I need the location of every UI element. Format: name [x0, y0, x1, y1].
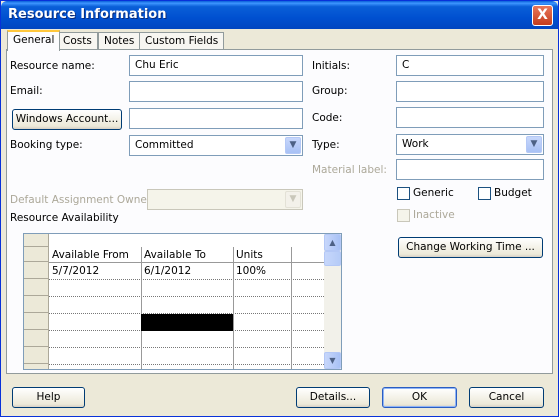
resource-name-input[interactable]: Chu Eric [129, 55, 303, 76]
arrow-down-icon[interactable]: ▼ [324, 352, 341, 369]
scrollbar-thumb[interactable] [324, 251, 341, 266]
column-header-units[interactable]: Units [233, 248, 291, 263]
booking-type-select[interactable]: Committed ▼ [129, 135, 303, 156]
grid-line [49, 364, 324, 365]
row-header[interactable] [24, 262, 49, 279]
row-header[interactable] [24, 330, 49, 347]
resource-availability-label: Resource Availability [10, 212, 119, 224]
close-icon: X [537, 7, 548, 23]
grid-line [49, 262, 324, 263]
row-header [24, 364, 49, 369]
ok-button[interactable]: OK [382, 387, 457, 408]
row-header [24, 247, 49, 262]
group-input[interactable] [396, 81, 544, 102]
cell-available-to[interactable]: 6/1/2012 [141, 264, 233, 279]
initials-label: Initials: [312, 60, 351, 72]
arrow-up-icon[interactable]: ▲ [324, 234, 341, 251]
chevron-down-icon[interactable]: ▼ [526, 136, 542, 153]
tab-costs[interactable]: Costs [57, 32, 98, 50]
inactive-label: Inactive [413, 209, 455, 221]
generic-label: Generic [413, 187, 454, 199]
code-label: Code: [312, 112, 343, 124]
email-label: Email: [10, 85, 43, 97]
material-label-label: Material label: [312, 164, 387, 176]
row-header[interactable] [24, 296, 49, 313]
grid-line [49, 279, 324, 280]
budget-checkbox[interactable] [478, 187, 491, 200]
help-button[interactable]: Help [12, 387, 85, 408]
grid-line [49, 347, 324, 348]
booking-type-value: Committed [135, 139, 194, 151]
grid-line [49, 296, 324, 297]
window-title: Resource Information [8, 7, 167, 22]
booking-type-label: Booking type: [10, 139, 83, 151]
change-working-time-button[interactable]: Change Working Time ... [398, 237, 543, 258]
row-header[interactable] [24, 279, 49, 296]
type-value: Work [402, 138, 429, 150]
type-label: Type: [312, 139, 340, 151]
resource-information-dialog: Resource Information X General Costs Not… [0, 0, 559, 417]
cancel-button[interactable]: Cancel [469, 387, 544, 408]
row-header[interactable] [24, 313, 49, 330]
title-bar[interactable]: Resource Information X [1, 1, 558, 29]
windows-account-button[interactable]: Windows Account... [12, 109, 122, 130]
cell-units[interactable]: 100% [233, 264, 291, 279]
selected-cell[interactable] [141, 314, 233, 331]
grid-line [291, 247, 292, 369]
row-header[interactable] [24, 347, 49, 364]
generic-checkbox[interactable] [397, 187, 410, 200]
material-label-input [396, 159, 544, 180]
windows-account-input[interactable] [129, 108, 303, 129]
close-button[interactable]: X [532, 5, 553, 26]
email-input[interactable] [129, 81, 303, 102]
column-header-available-to[interactable]: Available To [141, 248, 233, 263]
details-button[interactable]: Details... [296, 387, 370, 408]
code-input[interactable] [396, 107, 544, 128]
type-select[interactable]: Work ▼ [396, 134, 544, 155]
chevron-down-icon[interactable]: ▼ [285, 137, 301, 154]
resource-availability-grid[interactable]: Available From Available To Units 5/7/20… [23, 233, 342, 370]
budget-label: Budget [494, 187, 532, 199]
tab-custom-fields[interactable]: Custom Fields [139, 32, 225, 50]
resource-name-label: Resource name: [10, 60, 95, 72]
chevron-down-icon: ▼ [285, 191, 301, 208]
tab-general[interactable]: General [7, 30, 61, 51]
default-assignment-owner-select: ▼ [147, 189, 303, 210]
tab-notes[interactable]: Notes [98, 32, 141, 50]
column-header-available-from[interactable]: Available From [49, 248, 141, 263]
group-label: Group: [312, 85, 348, 97]
inactive-checkbox [397, 209, 410, 222]
default-assignment-owner-label: Default Assignment Owner: [10, 194, 155, 206]
initials-input[interactable]: C [396, 55, 544, 76]
grid-vertical-scrollbar[interactable]: ▲ ▼ [324, 234, 341, 369]
cell-available-from[interactable]: 5/7/2012 [49, 264, 141, 279]
general-tab-panel: Resource name: Chu Eric Email: Windows A… [6, 49, 553, 374]
grid-corner [24, 234, 49, 247]
